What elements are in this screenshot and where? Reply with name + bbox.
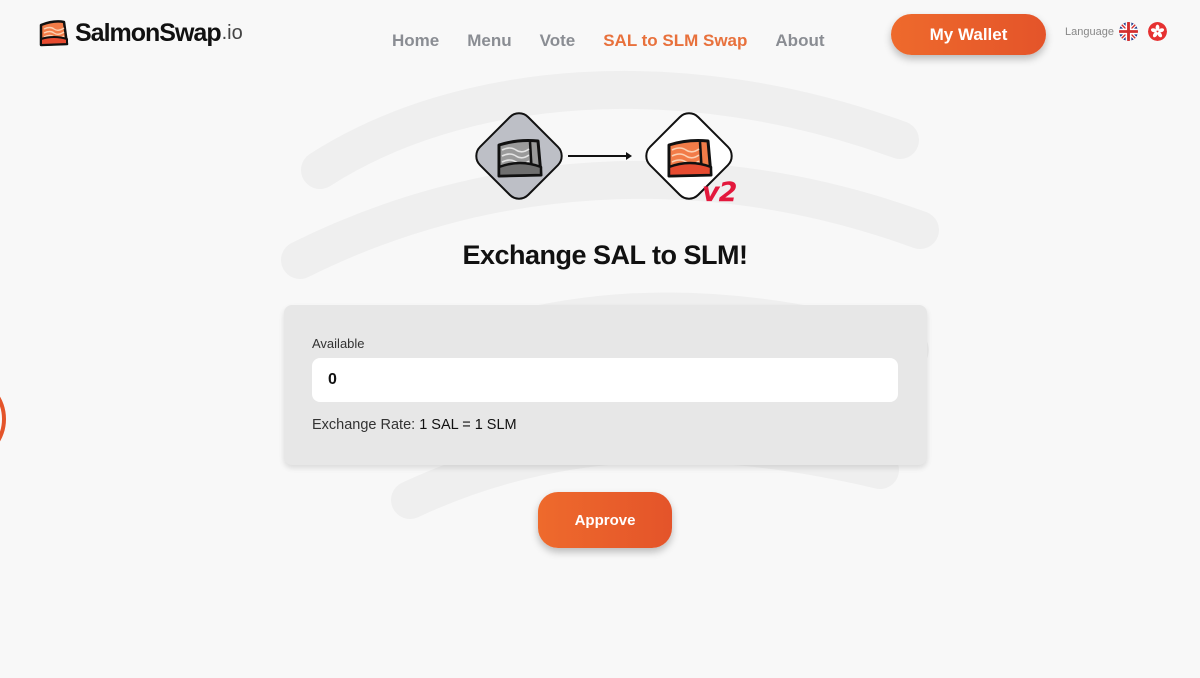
available-label: Available (312, 336, 365, 351)
nav-vote[interactable]: Vote (540, 31, 576, 51)
nav-about[interactable]: About (775, 31, 824, 51)
swap-token-icons: v2 (469, 106, 745, 208)
uk-flag-icon[interactable] (1118, 22, 1138, 41)
exchange-rate-value: 1 SAL = 1 SLM (419, 417, 517, 433)
nav-sal-to-slm-swap[interactable]: SAL to SLM Swap (603, 31, 747, 51)
nav-menu[interactable]: Menu (467, 31, 511, 51)
side-decoration-circle (0, 380, 6, 458)
language-label: Language (1065, 25, 1114, 38)
language-selector: Language (1065, 22, 1167, 41)
salmon-logo-icon (39, 20, 69, 47)
my-wallet-button[interactable]: My Wallet (891, 14, 1046, 55)
approve-button[interactable]: Approve (538, 492, 672, 548)
exchange-rate-label: Exchange Rate: (312, 417, 416, 433)
site-header: SalmonSwap .io Home Menu Vote SAL to SLM … (0, 0, 1200, 80)
brand-name: SalmonSwap (75, 18, 222, 47)
slm-salmon-icon (667, 139, 713, 178)
hong-kong-flag-icon[interactable] (1147, 22, 1167, 41)
sal-token-badge (469, 106, 569, 206)
page-title: Exchange SAL to SLM! (462, 240, 748, 270)
exchange-rate: Exchange Rate: 1 SAL = 1 SLM (312, 417, 517, 433)
swap-card: Available Exchange Rate: 1 SAL = 1 SLM (284, 305, 927, 465)
amount-input[interactable] (312, 358, 898, 402)
main-nav: Home Menu Vote SAL to SLM Swap About (392, 31, 853, 51)
brand-suffix: .io (221, 21, 243, 44)
sal-salmon-icon (497, 139, 543, 178)
v2-badge: v2 (702, 177, 737, 208)
logo[interactable]: SalmonSwap .io (38, 17, 243, 49)
nav-home[interactable]: Home (392, 31, 439, 51)
arrow-right-icon (568, 152, 632, 160)
